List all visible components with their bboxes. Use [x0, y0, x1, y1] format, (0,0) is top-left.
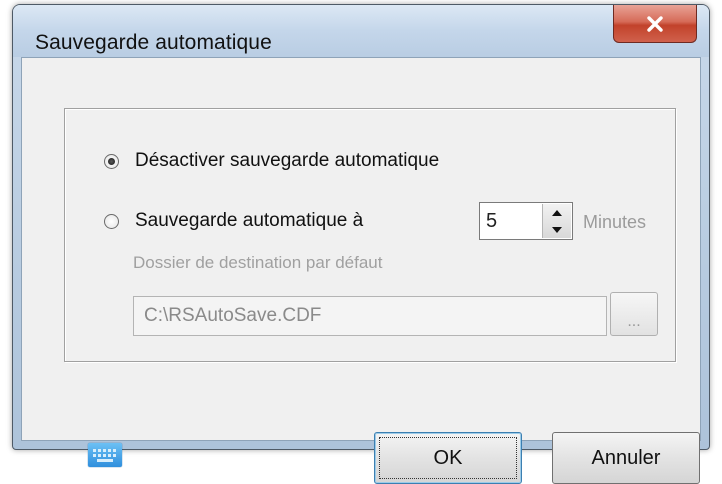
dialog-window: Sauvegarde automatique Désactiver sauveg…: [12, 4, 710, 484]
enable-autosave-radio[interactable]: [104, 213, 119, 229]
enable-autosave-label: Sauvegarde automatique à: [135, 210, 364, 231]
arrow-down-icon[interactable]: [543, 221, 571, 238]
interval-spinbox[interactable]: 5: [479, 202, 573, 240]
folder-label: Dossier de destination par défaut: [133, 253, 383, 272]
disable-autosave-label: Désactiver sauvegarde automatique: [135, 150, 440, 171]
keyboard-icon[interactable]: [88, 443, 122, 467]
disable-autosave-radio[interactable]: [104, 153, 119, 169]
dialog-client-area: Désactiver sauvegarde automatique Sauveg…: [21, 57, 701, 484]
cancel-button-label: Annuler: [591, 446, 661, 469]
ok-button[interactable]: OK: [374, 432, 522, 484]
focus-rectangle: [379, 437, 517, 479]
radio-selected-dot: [108, 157, 115, 165]
disable-autosave-option[interactable]: Désactiver sauvegarde automatique: [104, 150, 439, 172]
window-title: Sauvegarde automatique: [35, 31, 272, 54]
interval-value[interactable]: 5: [486, 210, 497, 233]
interval-spin-buttons[interactable]: [542, 204, 571, 238]
arrow-up-icon[interactable]: [543, 204, 571, 221]
browse-button[interactable]: ...: [610, 292, 658, 336]
close-icon: [646, 15, 664, 32]
enable-autosave-option[interactable]: Sauvegarde automatique à: [104, 210, 363, 232]
interval-unit-label: Minutes: [583, 212, 647, 232]
folder-path-field[interactable]: C:\RSAutoSave.CDF: [133, 296, 607, 336]
cancel-button[interactable]: Annuler: [552, 432, 700, 484]
close-button[interactable]: [613, 5, 697, 43]
title-bar[interactable]: Sauvegarde automatique: [13, 5, 709, 57]
